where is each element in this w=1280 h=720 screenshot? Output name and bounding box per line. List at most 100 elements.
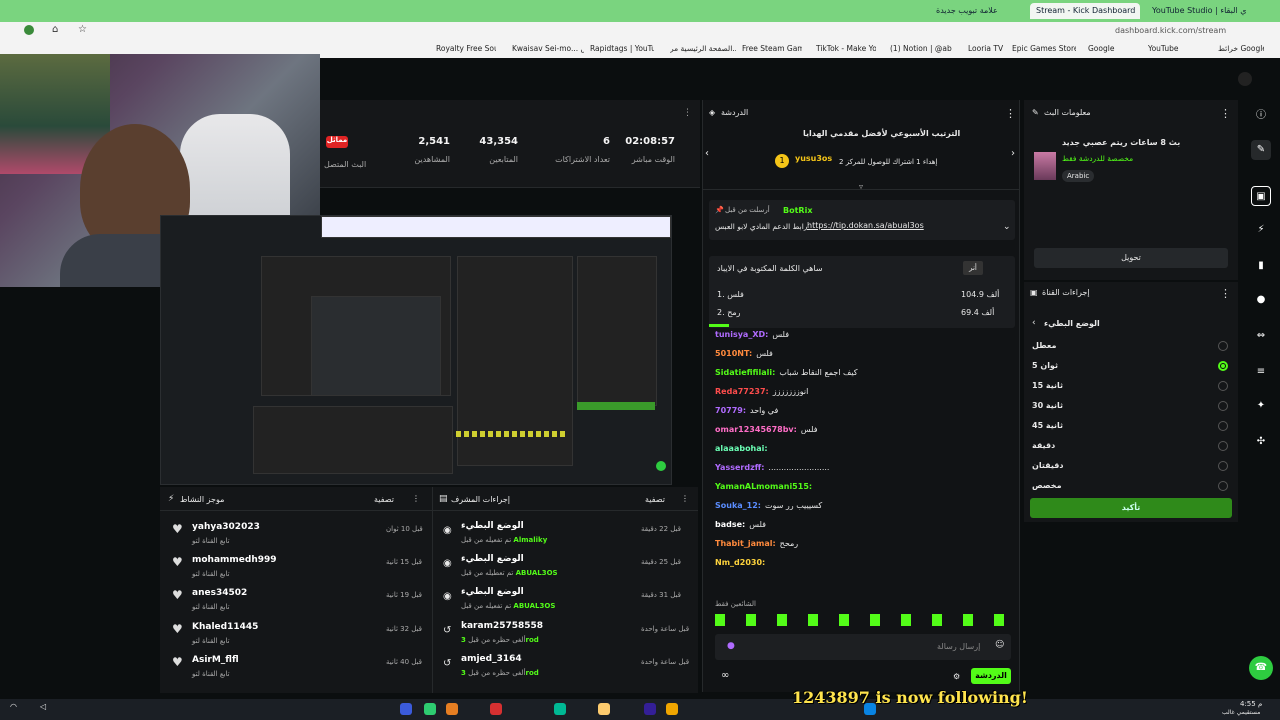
chat-username[interactable]: YamanALmomani515: (715, 482, 812, 491)
info-icon[interactable]: ⓘ (1251, 106, 1271, 126)
category-label[interactable]: مخصصة للدردشة فقط (1062, 154, 1133, 163)
pencil-icon[interactable]: ✎ (1251, 140, 1271, 160)
bookmark[interactable]: (1) Notion | @abu... (890, 44, 952, 53)
bookmark[interactable]: TikTok - Make Your... (816, 44, 876, 53)
filter-button[interactable]: تصفية (645, 495, 665, 504)
chat-username[interactable]: tunisya_XD: (715, 330, 768, 339)
support-icon[interactable]: ☎ (1249, 656, 1273, 680)
pinned-user[interactable]: BotRix (783, 206, 812, 215)
tab-youtube-studio[interactable]: YouTube Studio | يحوي البقاء (1146, 3, 1246, 19)
message-icon[interactable]: ● (1251, 290, 1271, 310)
radio-button[interactable] (1218, 421, 1228, 431)
chat-username[interactable]: Nm_d2030: (715, 558, 765, 567)
more-menu-icon[interactable]: ⋮ (1220, 107, 1231, 120)
camera-icon[interactable]: ▣ (1251, 186, 1271, 206)
slow-mode-option[interactable]: مخصص (1024, 478, 1238, 496)
app-icon[interactable] (490, 703, 502, 715)
bookmark[interactable]: Royalty Free Sound... (436, 44, 496, 53)
radio-button[interactable] (1218, 401, 1228, 411)
tab-kick-dashboard[interactable]: Stream - Kick Dashboard (1030, 3, 1140, 19)
more-menu-icon[interactable]: ⋮ (1005, 107, 1016, 120)
more-menu-icon[interactable]: ⋮ (681, 494, 689, 503)
profile-icon[interactable] (24, 25, 34, 35)
emoji-icon[interactable]: ☺ (995, 640, 1004, 650)
chat-username[interactable]: 5010NT: (715, 349, 752, 358)
confirm-button[interactable]: تأكيد (1030, 498, 1232, 518)
chat-username[interactable]: Souka_12: (715, 501, 761, 510)
collapse-icon[interactable]: ▿ (859, 182, 863, 191)
stream-preview[interactable] (160, 215, 672, 485)
username[interactable]: anes34502 (192, 588, 247, 598)
chat-username[interactable]: 70779: (715, 406, 746, 415)
lightning-icon[interactable]: ⚡ (1251, 220, 1271, 240)
actor-name[interactable]: Almaliky (513, 536, 547, 544)
bookmark[interactable]: Kwaisav Sei-mo... أمس (512, 44, 584, 53)
bookmark[interactable]: Epic Games Store (1012, 44, 1076, 53)
chat-username[interactable]: alaaabohai: (715, 444, 768, 453)
emote-row[interactable] (715, 614, 1005, 626)
trash-icon[interactable]: ▮ (1251, 256, 1271, 276)
folder-icon[interactable] (666, 703, 678, 715)
infinity-icon[interactable]: ∞ (721, 670, 729, 681)
address-bar[interactable]: ⌂ ☆ dashboard.kick.com/stream (0, 22, 1280, 40)
more-menu-icon[interactable]: ⋮ (683, 108, 692, 118)
radio-button[interactable] (1218, 361, 1228, 371)
bookmark[interactable]: YouTube (1148, 44, 1188, 53)
bookmark[interactable]: الصفحة الرئيسية مر... (670, 44, 736, 53)
radio-button[interactable] (1218, 461, 1228, 471)
chat-username[interactable]: badse: (715, 520, 745, 529)
username[interactable]: yahya302023 (192, 522, 260, 532)
bookmark[interactable]: Looria TV (968, 44, 1004, 53)
send-button[interactable]: الدردشة (971, 668, 1011, 684)
bookmark[interactable]: Rapidtags | YouTub... (590, 44, 654, 53)
speaker-icon[interactable]: ◁ (40, 702, 46, 711)
wifi-icon[interactable]: ◠ (10, 702, 17, 711)
slow-mode-option[interactable]: 5 ثوان (1024, 358, 1238, 376)
chat-username[interactable]: Thabit_jamal: (715, 539, 776, 548)
app-icon[interactable] (424, 703, 436, 715)
bookmark[interactable]: خرائط Google (1218, 44, 1264, 53)
link-icon[interactable]: ⇔ (1251, 326, 1271, 346)
slow-mode-option[interactable]: معطل (1024, 338, 1238, 356)
edit-button[interactable]: تحويل (1034, 248, 1228, 268)
app-icon[interactable] (644, 703, 656, 715)
browser-icon[interactable] (598, 703, 610, 715)
actor-name[interactable]: ABUAL3OS (516, 569, 558, 577)
chat-username[interactable]: omar12345678bv: (715, 425, 797, 434)
bookmark[interactable]: Free Steam Games (742, 44, 802, 53)
slow-mode-option[interactable]: 30 ثانية (1024, 398, 1238, 416)
chevron-right-icon[interactable]: › (1011, 148, 1015, 159)
username[interactable]: mohammedh999 (192, 555, 277, 565)
slow-mode-option[interactable]: دقيقة (1024, 438, 1238, 456)
username[interactable]: Khaled11445 (192, 622, 258, 632)
app-icon[interactable] (554, 703, 566, 715)
slow-mode-option[interactable]: 15 ثانية (1024, 378, 1238, 396)
bookmark[interactable]: Google (1088, 44, 1120, 53)
star-icon[interactable]: ☆ (78, 24, 87, 35)
mic-icon[interactable]: ● (727, 641, 735, 651)
chat-username[interactable]: Reda77237: (715, 387, 769, 396)
radio-button[interactable] (1218, 441, 1228, 451)
radio-button[interactable] (1218, 381, 1228, 391)
settings-icon[interactable]: ⚙ (953, 672, 960, 681)
home-icon[interactable]: ⌂ (52, 24, 58, 35)
list-icon[interactable]: ≡ (1251, 362, 1271, 382)
more-menu-icon[interactable]: ⋮ (1220, 287, 1231, 300)
url-text[interactable]: dashboard.kick.com/stream (1115, 26, 1226, 35)
chevron-down-icon[interactable]: ⌄ (1003, 222, 1011, 232)
app-icon[interactable] (446, 703, 458, 715)
user-avatar[interactable] (1238, 72, 1252, 86)
filter-button[interactable]: تصفية (374, 495, 394, 504)
pinned-link[interactable]: https://tip.dokan.sa/abual3os (807, 221, 924, 230)
chevron-left-icon[interactable]: ‹ (705, 148, 709, 159)
username[interactable]: AsirM_flfl (192, 655, 239, 665)
chat-username[interactable]: Sidatiefifilali: (715, 368, 775, 377)
tab-new[interactable]: علامة تبويب جديدة (930, 3, 1026, 19)
radio-button[interactable] (1218, 481, 1228, 491)
apps-icon[interactable]: ✣ (1251, 432, 1271, 452)
actor-name[interactable]: ABUAL3OS (513, 602, 555, 610)
app-icon[interactable] (400, 703, 412, 715)
slow-mode-option[interactable]: 45 ثانية (1024, 418, 1238, 436)
chat-username[interactable]: Yasserdzff: (715, 463, 764, 472)
radio-button[interactable] (1218, 341, 1228, 351)
